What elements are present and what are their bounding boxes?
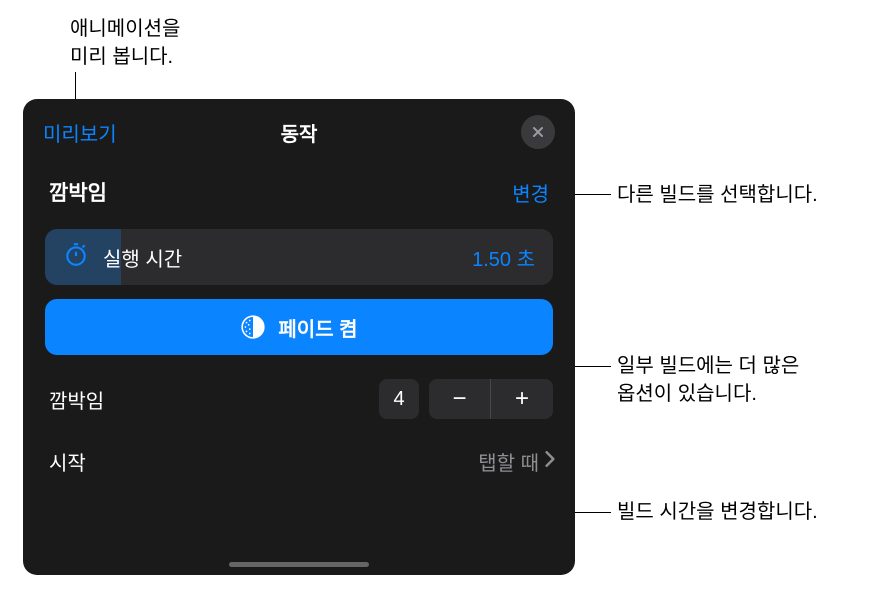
blink-stepper-row: 깜박임 4 − +	[23, 355, 575, 429]
close-button[interactable]	[521, 115, 555, 149]
home-indicator	[229, 562, 369, 567]
section-header: 깜박임 변경	[23, 159, 575, 221]
start-value-wrap: 탭할 때	[478, 447, 557, 476]
callout-options: 일부 빌드에는 더 많은 옵션이 있습니다.	[617, 352, 799, 408]
close-icon	[530, 124, 546, 140]
panel-title: 동작	[281, 118, 318, 147]
duration-value: 1.50 초	[472, 243, 535, 272]
stepper-buttons: − +	[429, 379, 553, 419]
action-panel: 미리보기 동작 깜박임 변경 실행 시간 1.50 초	[23, 99, 575, 575]
fade-icon	[240, 314, 266, 340]
callout-change: 다른 빌드를 선택합니다.	[617, 181, 818, 209]
blink-label: 깜박임	[49, 385, 104, 414]
effect-name: 깜박임	[49, 177, 107, 207]
blink-count-value: 4	[379, 379, 419, 419]
duration-label: 실행 시간	[103, 243, 182, 272]
fade-toggle-button[interactable]: 페이드 켬	[45, 299, 553, 355]
stepper-minus-button[interactable]: −	[429, 379, 491, 419]
callout-timing: 빌드 시간을 변경합니다.	[617, 498, 818, 526]
callout-preview: 애니메이션을 미리 봅니다.	[70, 15, 180, 71]
fade-label: 페이드 켬	[278, 313, 357, 342]
start-row[interactable]: 시작 탭할 때	[23, 429, 575, 486]
preview-button[interactable]: 미리보기	[43, 118, 117, 147]
stopwatch-icon	[63, 242, 89, 273]
start-label: 시작	[49, 447, 86, 476]
start-value: 탭할 때	[478, 447, 539, 476]
panel-header: 미리보기 동작	[23, 99, 575, 159]
duration-slider[interactable]: 실행 시간 1.50 초	[45, 229, 553, 285]
chevron-right-icon	[543, 450, 557, 473]
stepper-plus-button[interactable]: +	[491, 379, 553, 419]
change-button[interactable]: 변경	[512, 178, 549, 207]
stepper-controls: 4 − +	[379, 379, 553, 419]
